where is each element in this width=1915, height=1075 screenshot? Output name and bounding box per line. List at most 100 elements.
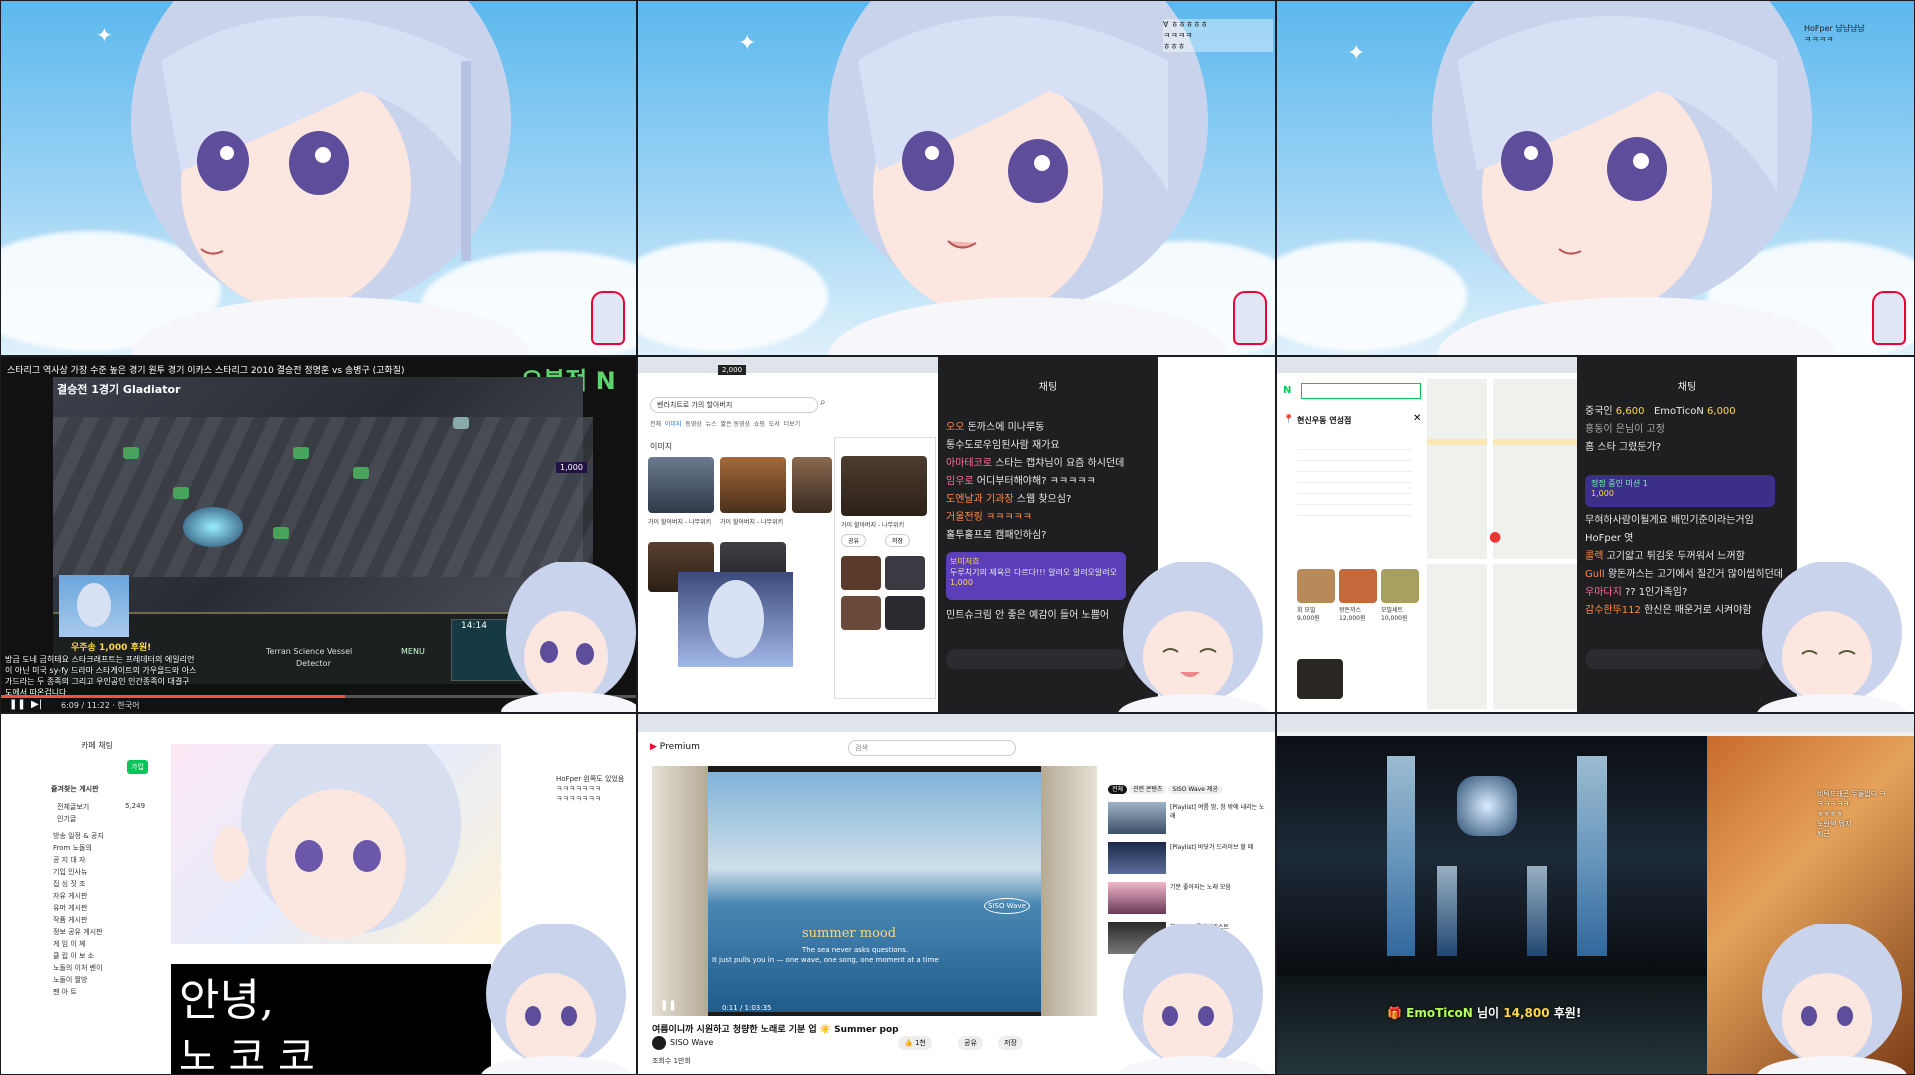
tab-more[interactable]: 더보기 [784, 421, 801, 428]
subtitle-line: 가드라는 두 종족의 그리고 우인공인 인간종족이 대결구 [5, 677, 190, 686]
avatar[interactable] [652, 1036, 666, 1050]
board-item[interactable]: 유머 게시판 [53, 902, 104, 914]
face-cam-panel-3: ✦ HoFper 냠냠냠냠 ㅋㅋㅋㅋ [1276, 0, 1915, 356]
tab-images[interactable]: 이미지 [665, 421, 682, 428]
chat-input[interactable] [946, 649, 1126, 669]
board-item[interactable]: 게 임 이 쳬 [53, 938, 104, 950]
avatar-illustration [1118, 562, 1268, 712]
chat-user: 콜렉 [1585, 551, 1604, 562]
youtube-logo[interactable]: ▶ Premium [650, 742, 700, 752]
board-item[interactable]: 작품 게시판 [53, 914, 104, 926]
tab-all[interactable]: 전체 [650, 421, 661, 428]
preview-caption: 가이 할아버지 - 나무위키 [841, 522, 905, 529]
board-item[interactable]: 노돌이 짤방 [53, 974, 104, 986]
unit-name: Terran Science Vessel [266, 647, 353, 656]
food-image[interactable] [1381, 569, 1419, 603]
avatar-illustration [131, 1, 531, 355]
mission-title: 정정 중인 미션 1 [1591, 479, 1648, 488]
food-image[interactable] [1339, 569, 1377, 603]
board-item[interactable]: 공 지 대 자 [53, 854, 104, 866]
save-button[interactable]: 저장 [885, 534, 911, 547]
map-canvas[interactable]: ● [1427, 379, 1577, 709]
face-cam-panel-1: ✦ ✦ [0, 0, 637, 356]
save-button[interactable]: 저장 [998, 1036, 1023, 1050]
board-item[interactable]: 팬 아 트 [53, 986, 104, 998]
video-title: 여름이니까 시원하고 청량한 노래로 기분 업 ☀️ Summer pop [652, 1025, 899, 1035]
chat-overlay: 비틱드래곤 두물입디 ㅋ ㅋㅋㅋㅋㅋ ㅎㅎㅎㅎ 노란색 뭐지 퇴근 [1817, 789, 1913, 839]
related-title[interactable]: 기분 좋아지는 노래 모음 [1170, 882, 1265, 891]
chip[interactable]: 전체 [1108, 785, 1128, 794]
chat-line: ㅋㅋㅋㅋㅋㅋㅋ [556, 795, 602, 803]
next-icon[interactable]: ▶| [31, 699, 42, 710]
starcraft-vod-panel: 스타리그 역사상 가장 수준 높은 경기 원투 경기 이카스 스타리그 2010… [0, 356, 637, 713]
share-button[interactable]: 공유 [841, 534, 867, 547]
chat-message: HoFper 엿 [1585, 533, 1634, 544]
view-count: 조회수 1만회 [652, 1057, 691, 1065]
search-icon[interactable]: ⌕ [820, 397, 826, 408]
video-overlay-sub: The sea never asks questions. [802, 946, 908, 954]
like-button[interactable]: 👍 1천 [898, 1036, 932, 1050]
board-item[interactable]: 집 싱 짓 조 [53, 878, 104, 890]
search-tabs: 전체 이미지 동영상 뉴스 짧은 동영상 쇼핑 도서 더보기 [650, 419, 800, 428]
player-time: 6:09 / 11:22 · 한국어 [61, 701, 140, 710]
tab-news[interactable]: 뉴스 [706, 421, 717, 428]
video-player[interactable]: summer mood The sea never asks questions… [652, 766, 1097, 1016]
image-result[interactable] [792, 457, 832, 513]
chat-message: 통수도로우임된사람 재가요 [938, 437, 1158, 455]
menu-label[interactable]: MENU [401, 647, 425, 656]
chip[interactable]: SISO Wave 제공 [1168, 785, 1222, 794]
tab-shopping[interactable]: 쇼핑 [754, 421, 765, 428]
image-result[interactable] [720, 457, 786, 513]
avatar-illustration [1757, 924, 1907, 1074]
donation-suffix: 후원! [1553, 1006, 1582, 1020]
avatar-illustration [481, 924, 631, 1074]
food-price: 12,000원 [1339, 615, 1366, 622]
donation-text: 두루치기의 제육은 다르다!!! 알려오 알려오알려오 [950, 568, 1117, 577]
chat-message: 홀투홀프로 캠패인하심? [938, 527, 1158, 545]
chat-text: 고기얇고 튀김옷 두꺼워서 느꺼함 [1606, 551, 1745, 562]
pause-icon[interactable]: ❚❚ [9, 699, 26, 710]
donation-ranking: 중국인 6,600 EmoTicoN 6,000 [1577, 403, 1797, 421]
related-title[interactable]: [Playlist] 바닷가 드라이브 할 때 [1170, 842, 1265, 851]
board-item[interactable]: 클 립 이 보 소 [53, 950, 104, 962]
multi-stream-grid: ✦ ✦ ✦ Ɐ ㅎㅎㅎㅎㅎ [0, 0, 1915, 1075]
food-image[interactable] [1297, 569, 1335, 603]
browser-tabbar [638, 357, 958, 373]
naver-logo-icon: N [1283, 385, 1292, 396]
search-input[interactable]: 벤라치트로 가의 할아버지 [650, 397, 818, 413]
cafe-sidebar: 카페 채팅 가입 즐겨찾는 게시판 전체글보기 5,249 인기글 방송 일정 … [1, 734, 151, 1074]
close-icon[interactable]: ✕ [1413, 413, 1421, 424]
photo-thumb[interactable] [1297, 659, 1343, 699]
chat-line: 노란색 뭐지 [1817, 820, 1852, 828]
play-icon[interactable]: ❚❚ [660, 1000, 677, 1011]
board-item[interactable]: 방송 일정 & 공지 [53, 830, 104, 842]
image-result[interactable] [648, 457, 714, 513]
map-pin-icon[interactable]: ● [1489, 529, 1501, 545]
tab-books[interactable]: 도서 [769, 421, 780, 428]
chat-overlay: HoFper 왼쪽도 있었음 ㅋㅋㅋㅋㅋㅋㅋ ㅋㅋㅋㅋㅋㅋㅋ [556, 774, 634, 804]
chat-user: 감수한뚜112 [1585, 605, 1641, 616]
tab-video[interactable]: 동영상 [685, 421, 702, 428]
video-frame[interactable] [1277, 736, 1707, 976]
youtube-search-input[interactable]: 검색 [848, 740, 1016, 756]
join-button[interactable]: 가입 [127, 760, 148, 774]
related-title[interactable]: [Playlist] 여름 밤, 창 밖에 내리는 노래 [1170, 802, 1265, 820]
chip[interactable]: 관련 콘텐츠 [1128, 785, 1167, 794]
tab-shorts[interactable]: 짧은 동영상 [721, 421, 751, 428]
board-item[interactable]: 노돌의 이처 벤이 [53, 962, 104, 974]
board-item[interactable]: 기입 인사뉴 [53, 866, 104, 878]
board-item[interactable]: 자유 게시판 [53, 890, 104, 902]
board-item[interactable]: From 노돌의 [53, 842, 104, 854]
subtitle-line: 방금 도네 금히테요 스타크래프트는 프레데터의 에일리언 [5, 655, 195, 664]
map-search-input[interactable] [1301, 383, 1421, 399]
board-item[interactable]: 정보 공유 게시판 [53, 926, 104, 938]
popular-link[interactable]: 인기글 [57, 814, 76, 824]
all-posts-link[interactable]: 전체글보기 [57, 802, 89, 812]
favorites-header[interactable]: 즐겨찾는 게시판 [51, 784, 99, 794]
chat-user: 오오 [946, 422, 965, 433]
food-price: 9,000원 [1297, 615, 1320, 622]
bottom-strip [1277, 976, 1707, 1074]
chat-input[interactable] [1585, 649, 1765, 669]
share-button[interactable]: 공유 [958, 1036, 983, 1050]
channel-name[interactable]: SISO Wave [670, 1038, 713, 1047]
